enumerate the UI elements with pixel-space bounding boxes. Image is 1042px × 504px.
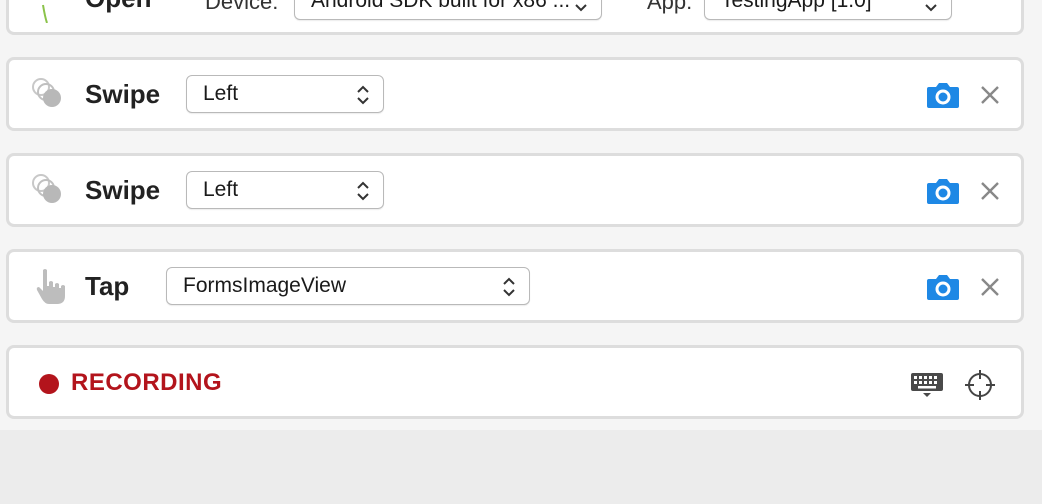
step-name: Open [85,0,151,13]
swipe-icon [32,78,61,107]
close-icon[interactable] [979,276,1001,298]
chevron-up-down-icon [357,181,369,201]
app-select-value: TestingApp [1.0] [721,0,872,12]
camera-icon[interactable] [926,81,960,109]
recording-dot-icon [39,374,59,394]
step-card-open: Open Device: Android SDK built for x86 .… [6,0,1024,35]
device-select-value: Android SDK built for x86 ... [311,0,571,12]
chevron-up-down-icon [575,4,587,12]
camera-icon[interactable] [926,177,960,205]
keyboard-icon[interactable] [910,371,944,399]
step-name: Swipe [85,175,161,205]
swipe-icon [32,174,61,203]
camera-icon[interactable] [926,273,960,301]
app-label: App: [647,0,693,14]
chevron-up-down-icon [357,85,369,105]
app-select[interactable]: TestingApp [1.0] [704,0,952,20]
device-label: Device: [205,0,279,14]
element-select[interactable]: FormsImageView [166,267,530,305]
recording-status: RECORDING [71,369,223,396]
direction-select[interactable]: Left [186,171,384,209]
open-app-icon [42,4,48,23]
device-select[interactable]: Android SDK built for x86 ... [294,0,602,20]
close-icon[interactable] [979,84,1001,106]
step-card-swipe: Swipe Left [6,153,1024,227]
step-name: Swipe [85,79,161,109]
chevron-up-down-icon [925,4,937,12]
step-card-swipe: Swipe Left [6,57,1024,131]
crosshair-icon[interactable] [964,369,996,401]
step-card-tap: Tap FormsImageView [6,249,1024,323]
tap-hand-icon [36,269,65,304]
step-name: Tap [85,271,130,301]
recording-bar: RECORDING [6,345,1024,419]
element-select-value: FormsImageView [183,274,346,297]
recorder-panel: Open Device: Android SDK built for x86 .… [0,0,1042,504]
direction-select[interactable]: Left [186,75,384,113]
chevron-up-down-icon [503,277,515,297]
close-icon[interactable] [979,180,1001,202]
